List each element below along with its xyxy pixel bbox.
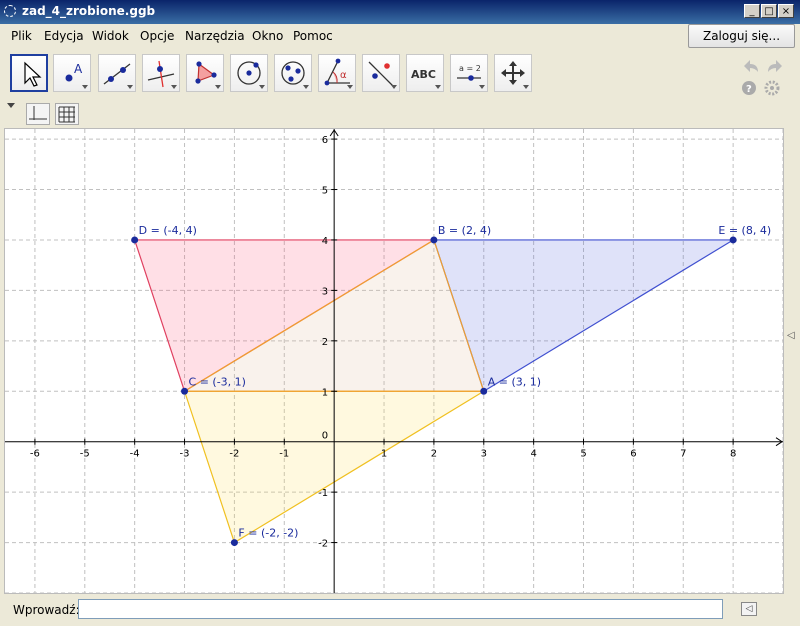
point-F bbox=[230, 539, 238, 547]
point-E bbox=[729, 236, 737, 244]
x-tick-label: 5 bbox=[580, 449, 586, 460]
conic-icon bbox=[281, 61, 305, 85]
y-tick-label: 5 bbox=[322, 186, 328, 197]
gear-icon[interactable] bbox=[764, 80, 780, 96]
angle-icon: α bbox=[324, 58, 350, 86]
point-tool[interactable]: A bbox=[53, 54, 91, 92]
origin-label: 0 bbox=[322, 431, 328, 442]
perpendicular-line-icon bbox=[147, 60, 175, 88]
input-field[interactable] bbox=[78, 599, 723, 619]
point-label-F: F = (-2, -2) bbox=[238, 527, 298, 540]
minimize-button[interactable]: _ bbox=[744, 4, 760, 18]
angle-tool[interactable]: α bbox=[318, 54, 356, 92]
menu-edit[interactable]: Edycja bbox=[44, 29, 84, 43]
menu-options[interactable]: Opcje bbox=[140, 29, 174, 43]
menu-view[interactable]: Widok bbox=[92, 29, 129, 43]
angle-tool-letter: α bbox=[340, 70, 347, 81]
line-icon bbox=[103, 63, 131, 85]
menu-file[interactable]: Plik bbox=[11, 29, 32, 43]
login-button[interactable]: Zaloguj się... bbox=[688, 24, 795, 48]
maximize-button[interactable]: □ bbox=[761, 4, 777, 18]
x-tick-label: 6 bbox=[630, 449, 636, 460]
x-tick-label: 4 bbox=[530, 449, 536, 460]
point-A bbox=[480, 387, 488, 395]
x-tick-label: -1 bbox=[279, 449, 289, 460]
slider-tool[interactable]: a = 2 bbox=[450, 54, 488, 92]
point-label-D: D = (-4, 4) bbox=[139, 224, 197, 237]
point-label-E: E = (8, 4) bbox=[718, 224, 771, 237]
polygon-tool[interactable] bbox=[186, 54, 224, 92]
undo-redo-area: ? bbox=[738, 54, 798, 101]
move-tool[interactable] bbox=[10, 54, 48, 92]
menu-help[interactable]: Pomoc bbox=[293, 29, 333, 43]
move-arrows-icon bbox=[501, 61, 525, 85]
circle-icon bbox=[237, 61, 261, 85]
y-tick-label: -2 bbox=[318, 539, 328, 550]
input-label: Wprowadź: bbox=[13, 603, 80, 617]
show-axes-button[interactable] bbox=[26, 103, 50, 125]
side-panel-toggle-icon[interactable]: ◁ bbox=[787, 330, 795, 341]
window-title: zad_4_zrobione.ggb bbox=[22, 4, 156, 18]
x-tick-label: 2 bbox=[431, 449, 437, 460]
y-tick-label: 3 bbox=[322, 286, 328, 297]
x-tick-label: -2 bbox=[229, 449, 239, 460]
close-button[interactable]: × bbox=[778, 4, 794, 18]
slider-tool-label: a = 2 bbox=[459, 64, 481, 73]
toolbar: A α ABC a = 2 bbox=[0, 50, 800, 100]
point-tool-letter: A bbox=[74, 62, 83, 76]
grid-icon bbox=[58, 106, 75, 123]
x-tick-label: 1 bbox=[381, 449, 387, 460]
undo-icon[interactable] bbox=[744, 60, 758, 72]
x-tick-label: 7 bbox=[680, 449, 686, 460]
help-icon[interactable]: ? bbox=[742, 81, 756, 95]
text-tool[interactable]: ABC bbox=[406, 54, 444, 92]
x-tick-label: -3 bbox=[180, 449, 190, 460]
slider-icon: a = 2 bbox=[457, 64, 481, 81]
graphics-style-bar bbox=[0, 100, 800, 126]
menu-tools[interactable]: Narzędzia bbox=[185, 29, 245, 43]
conic-tool[interactable] bbox=[274, 54, 312, 92]
point-icon: A bbox=[65, 62, 83, 82]
svg-text:?: ? bbox=[746, 84, 752, 95]
show-grid-button[interactable] bbox=[55, 103, 79, 125]
y-tick-label: 1 bbox=[322, 387, 328, 398]
point-D bbox=[131, 236, 139, 244]
menu-window[interactable]: Okno bbox=[252, 29, 283, 43]
title-bar: zad_4_zrobione.ggb _ □ × bbox=[0, 0, 800, 24]
line-tool[interactable] bbox=[98, 54, 136, 92]
x-tick-label: -5 bbox=[80, 449, 90, 460]
input-bar: Wprowadź: ◁ bbox=[0, 596, 800, 626]
text-tool-label: ABC bbox=[411, 68, 436, 81]
redo-icon[interactable] bbox=[768, 60, 782, 72]
axes-icon bbox=[29, 106, 47, 120]
x-tick-label: 8 bbox=[730, 449, 736, 460]
point-label-A: A = (3, 1) bbox=[488, 375, 541, 388]
x-tick-label: -4 bbox=[130, 449, 140, 460]
input-help-icon[interactable]: ◁ bbox=[741, 602, 757, 616]
x-tick-label: -6 bbox=[30, 449, 40, 460]
reflect-icon bbox=[368, 61, 394, 87]
reflect-tool[interactable] bbox=[362, 54, 400, 92]
y-tick-label: 6 bbox=[322, 135, 328, 146]
cursor-arrow-icon bbox=[24, 61, 42, 87]
polygon-icon bbox=[195, 61, 217, 84]
y-tick-label: 4 bbox=[322, 236, 328, 247]
point-label-C: C = (-3, 1) bbox=[189, 375, 246, 388]
point-B bbox=[430, 236, 438, 244]
x-tick-label: 3 bbox=[481, 449, 487, 460]
triangle-toggle-icon[interactable] bbox=[7, 103, 17, 111]
point-C bbox=[181, 387, 189, 395]
text-icon: ABC bbox=[411, 68, 436, 81]
menu-bar: Plik Edycja Widok Opcje Narzędzia Okno P… bbox=[0, 24, 800, 50]
y-tick-label: 2 bbox=[322, 337, 328, 348]
y-tick-label: -1 bbox=[318, 488, 328, 499]
perpendicular-line-tool[interactable] bbox=[142, 54, 180, 92]
coordinate-plane[interactable]: -6 -5 -4 -3 -2 -1 1 2 3 4 5 6 7 8 -2 -1 1 2 3 4 5 6 0 A = (3, 1… bbox=[5, 129, 783, 593]
move-graphics-view-tool[interactable] bbox=[494, 54, 532, 92]
point-label-B: B = (2, 4) bbox=[438, 224, 491, 237]
circle-tool[interactable] bbox=[230, 54, 268, 92]
app-icon bbox=[4, 5, 16, 17]
graphics-view[interactable]: -6 -5 -4 -3 -2 -1 1 2 3 4 5 6 7 8 -2 -1 1 2 3 4 5 6 0 A = (3, 1… bbox=[4, 128, 784, 594]
